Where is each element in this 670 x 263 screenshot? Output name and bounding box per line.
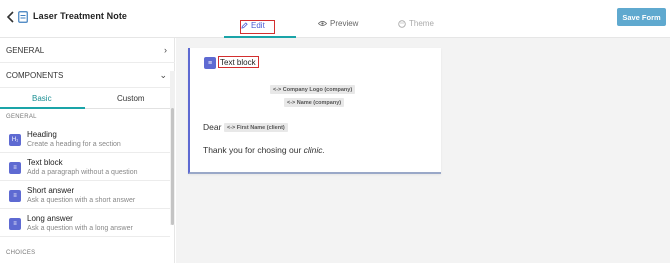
component-title: Heading <box>27 130 57 139</box>
chevron-down-icon: ⌄ <box>159 69 167 80</box>
first-name-placeholder[interactable]: <-> First Name (client) <box>224 123 288 132</box>
component-description: Add a paragraph without a question <box>27 169 138 176</box>
component-text-block[interactable]: ≡ Text block Add a paragraph without a q… <box>0 153 170 181</box>
section-general-label: GENERAL <box>6 45 45 55</box>
form-title: Laser Treatment Note <box>33 11 128 21</box>
thank-you-text: Thank you for chosing our clinic. <box>203 145 325 155</box>
component-long-answer[interactable]: ≡ Long answer Ask a question with a long… <box>0 209 170 237</box>
heading-icon: H₁ <box>9 134 21 146</box>
component-description: Ask a question with a long answer <box>27 225 133 232</box>
tab-theme-label: Theme <box>409 19 434 28</box>
back-arrow-icon[interactable] <box>5 10 17 24</box>
component-subtabs: Basic Custom <box>0 88 170 109</box>
group-label-general: GENERAL <box>6 114 37 120</box>
component-heading[interactable]: H₁ Heading Create a heading for a sectio… <box>0 125 170 153</box>
save-form-button[interactable]: Save Form <box>617 8 666 26</box>
components-sidebar: GENERAL › COMPONENTS ⌄ Basic Custom GENE… <box>0 38 175 263</box>
palette-icon <box>398 19 406 28</box>
tab-preview-label: Preview <box>330 19 359 28</box>
company-name-placeholder[interactable]: <-> Name (company) <box>284 98 345 107</box>
section-components-label: COMPONENTS <box>6 70 64 80</box>
group-label-choices: CHOICES <box>6 250 36 256</box>
greeting-text: Dear <box>203 122 222 132</box>
top-bar: Laser Treatment Note Edit Preview Theme … <box>0 0 670 38</box>
component-title: Long answer <box>27 214 73 223</box>
short-answer-icon: ≡ <box>9 190 21 202</box>
long-answer-icon: ≡ <box>9 218 21 230</box>
document-icon <box>18 11 28 23</box>
component-title: Short answer <box>27 186 75 195</box>
subtab-custom[interactable]: Custom <box>117 94 145 103</box>
tab-theme[interactable]: Theme <box>398 19 434 28</box>
sidebar-scrollbar-thumb[interactable] <box>171 108 174 225</box>
text-block-icon: ≡ <box>9 162 21 174</box>
chevron-right-icon: › <box>164 45 167 55</box>
subtab-active-underline <box>0 107 85 109</box>
thank-you-prefix: Thank you for chosing our <box>203 145 304 155</box>
sidebar-section-components[interactable]: COMPONENTS ⌄ <box>0 63 175 88</box>
component-description: Ask a question with a short answer <box>27 197 136 204</box>
tab-preview[interactable]: Preview <box>318 19 358 28</box>
eye-icon <box>318 21 327 26</box>
edit-tab-highlight <box>240 20 275 34</box>
company-logo-placeholder[interactable]: <-> Company Logo (company) <box>270 85 356 94</box>
sidebar-section-general[interactable]: GENERAL › <box>0 38 175 63</box>
block-title-highlight <box>218 56 259 68</box>
subtab-basic[interactable]: Basic <box>32 94 52 103</box>
component-title: Text block <box>27 158 63 167</box>
component-description: Create a heading for a section <box>27 141 121 148</box>
thank-you-emphasis: clinic. <box>303 145 325 155</box>
component-short-answer[interactable]: ≡ Short answer Ask a question with a sho… <box>0 181 170 209</box>
text-block-icon: ≡ <box>204 57 216 69</box>
